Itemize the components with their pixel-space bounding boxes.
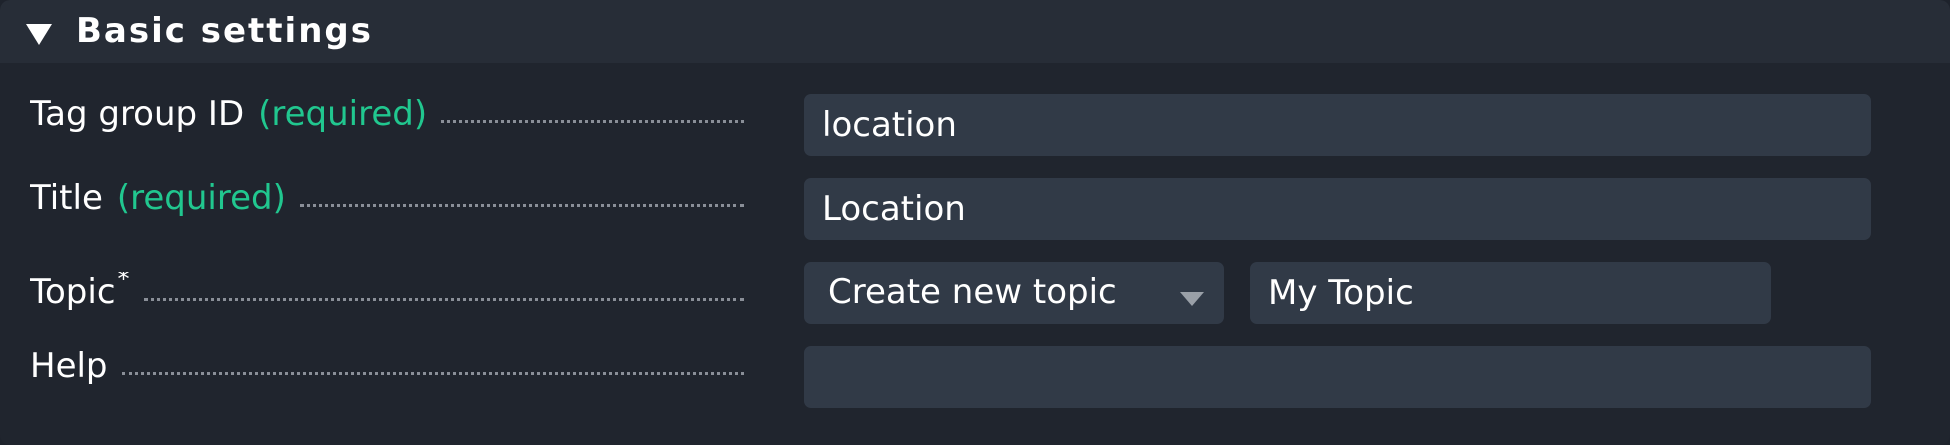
help-input[interactable] [804,346,1871,408]
title-required: (required) [116,178,286,218]
topic-name-input[interactable]: My Topic [1250,262,1771,324]
help-label: Help [30,346,108,386]
tag-group-id-label-wrap: Tag group ID (required) [30,94,744,134]
topic-label: Topic [30,272,116,312]
title-dots [299,204,744,207]
chevron-down-icon [1180,292,1204,306]
tag-group-id-label: Tag group ID [30,94,245,134]
tag-group-id-input[interactable]: location [804,94,1871,156]
topic-select-value: Create new topic [828,272,1117,312]
topic-select[interactable]: Create new topic [804,262,1224,324]
title-label-wrap: Title (required) [30,178,744,218]
tag-group-id-dots [441,120,744,123]
basic-settings-panel: Basic settings Tag group ID (required) l… [0,0,1950,445]
section-header[interactable]: Basic settings [0,0,1950,63]
topic-dots [143,298,744,301]
topic-row: Topic * Create new topic My Topic [0,262,1950,324]
collapse-triangle-icon[interactable] [26,24,52,45]
help-label-wrap: Help [30,346,744,386]
topic-label-wrap: Topic * [30,272,744,312]
title-input[interactable]: Location [804,178,1871,240]
section-title: Basic settings [76,11,373,51]
title-label: Title [30,178,103,218]
help-row: Help [0,346,1950,408]
title-row: Title (required) Location [0,178,1950,240]
tag-group-id-required: (required) [258,94,428,134]
tag-group-id-row: Tag group ID (required) location [0,94,1950,156]
help-dots [121,372,744,375]
topic-marker: * [117,272,130,293]
